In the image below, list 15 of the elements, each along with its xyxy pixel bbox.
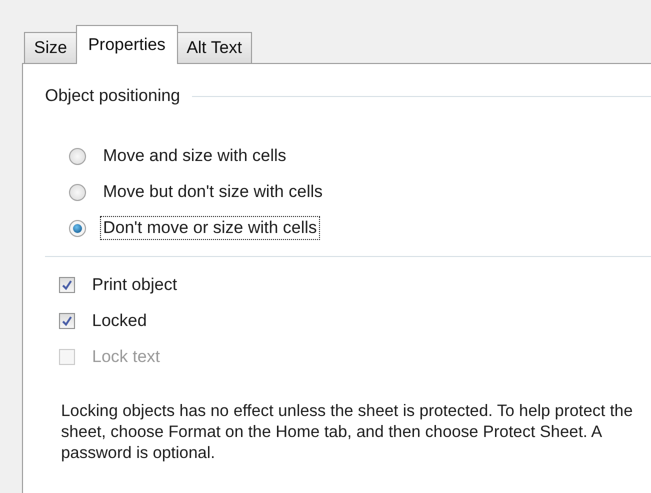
radio-button[interactable]	[69, 220, 86, 236]
checkbox[interactable]	[59, 277, 75, 293]
radio-label[interactable]: Move and size with cells	[100, 144, 290, 168]
radio-label[interactable]: Move but don't size with cells	[100, 180, 326, 204]
tab[interactable]: Size	[24, 32, 78, 63]
group-title: Object positioning	[45, 86, 180, 106]
checkbox-label[interactable]: Print object	[89, 273, 180, 297]
checkbox-label[interactable]: Locked	[89, 309, 150, 333]
tab[interactable]: Properties	[76, 25, 178, 64]
radio-button[interactable]	[69, 148, 86, 164]
radio-button[interactable]	[69, 184, 86, 200]
radio-label[interactable]: Don't move or size with cells	[100, 216, 320, 240]
tab[interactable]: Alt Text	[176, 32, 252, 63]
checkbox[interactable]	[59, 313, 75, 329]
note-text: Locking objects has no effect unless the sheet is protected. To help protect the sheet, choose Format on the Home tab, and then choose Protect Sheet. A password is optional.	[61, 401, 634, 464]
